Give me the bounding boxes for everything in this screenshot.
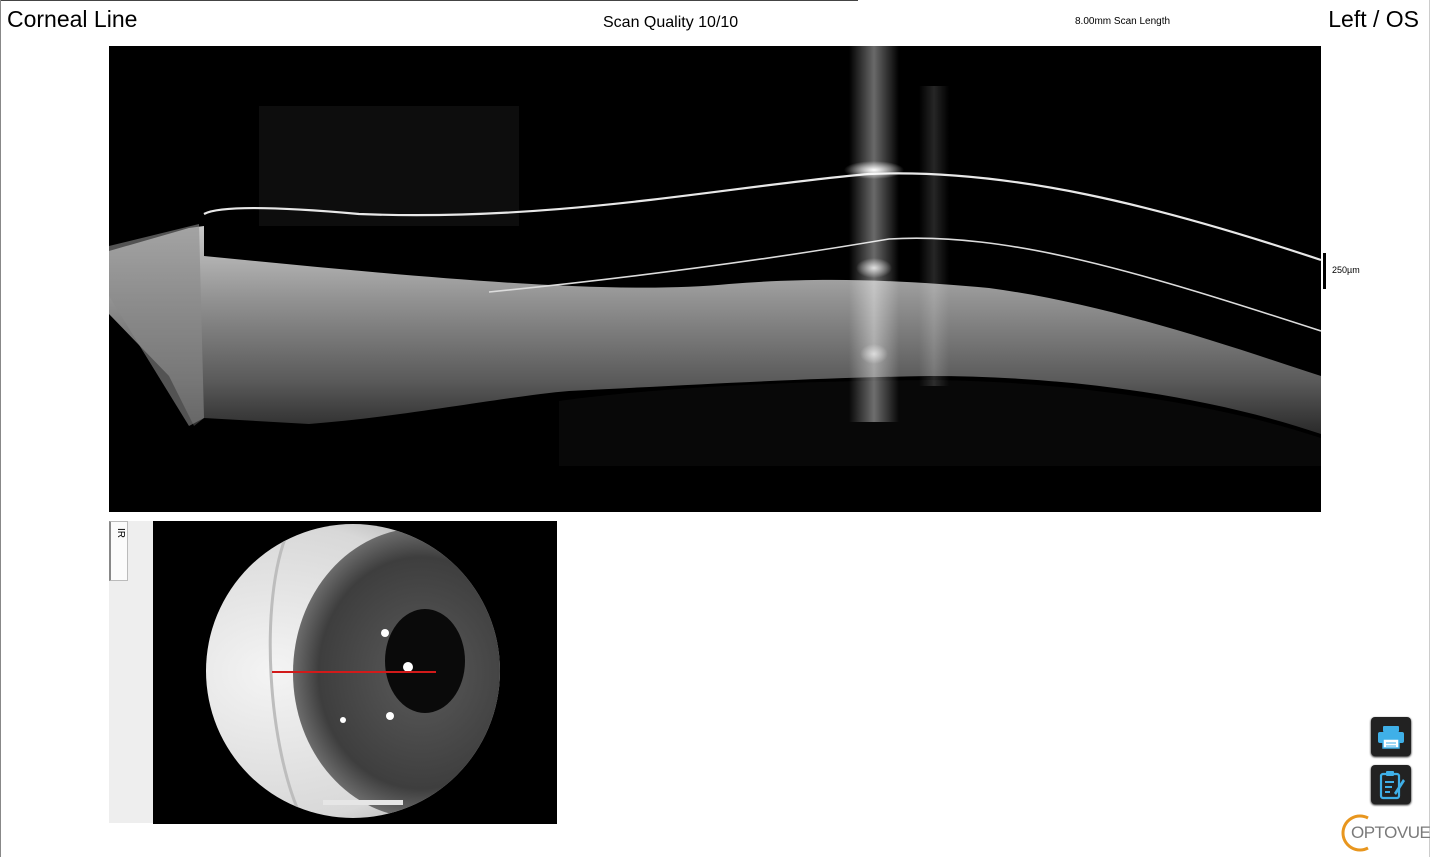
optovue-logo: OPTOVUE [1338,812,1430,854]
ir-tab-strip: IR [109,521,153,823]
oct-bscan-graphic [109,46,1321,512]
scan-type-title: Corneal Line [7,6,138,32]
ir-eye-image[interactable] [153,521,557,824]
ir-tab-label: IR [115,528,126,538]
clipboard-edit-icon [1379,770,1405,799]
top-border [0,0,858,1]
scale-bar [1323,253,1326,289]
print-button[interactable] [1371,717,1411,756]
oct-bscan-image[interactable] [109,46,1321,512]
logo-text: OPTOVUE [1351,823,1430,842]
scale-bar-label: 250µm [1332,265,1360,275]
printer-icon [1378,725,1404,749]
ir-tab[interactable]: IR [109,521,128,581]
scan-quality-label: Scan Quality 10/10 [603,14,739,31]
scan-line-marker [272,671,436,673]
left-border [0,0,1,857]
report-button[interactable] [1371,765,1411,804]
eye-laterality-label: Left / OS [1328,6,1419,32]
ir-eye-graphic [153,521,557,824]
scan-length-label: 8.00mm Scan Length [1075,16,1171,27]
